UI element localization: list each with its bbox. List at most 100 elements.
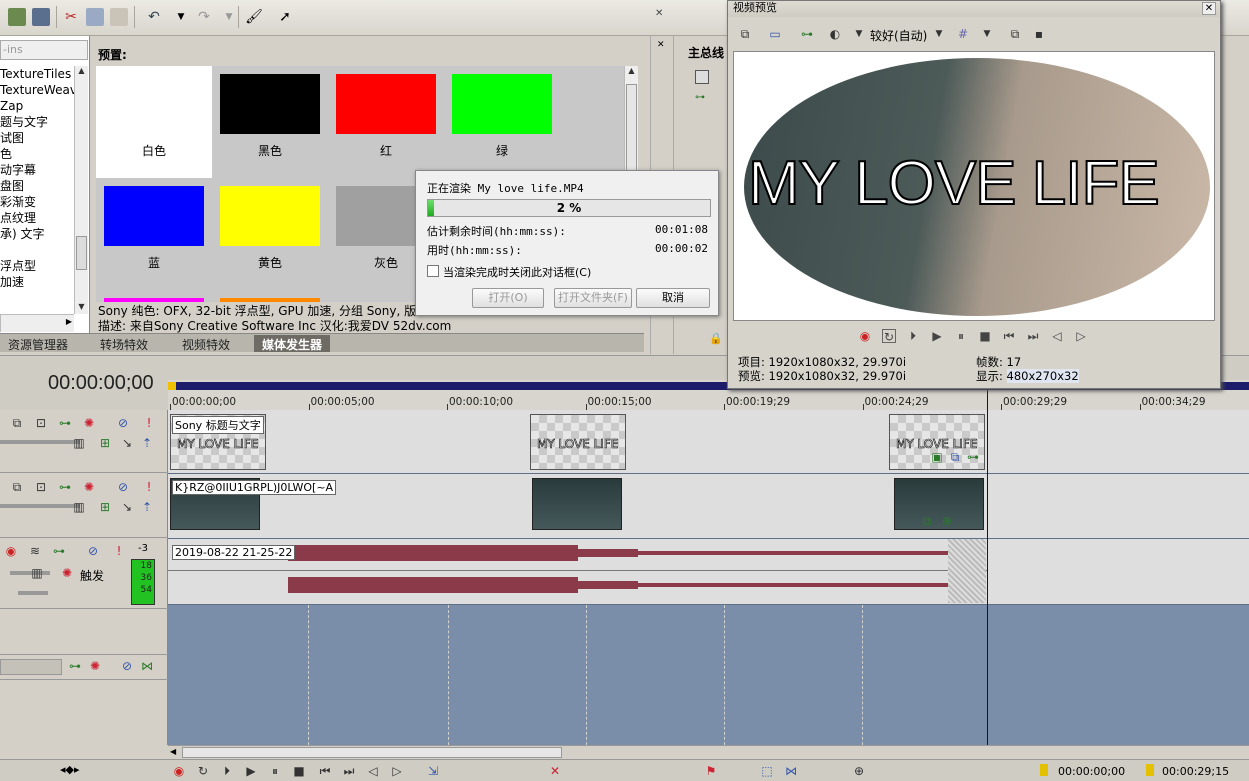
clip-crop-icon[interactable]: ⧉ xyxy=(920,514,934,528)
normal-edit-tool-icon[interactable]: ⇲ xyxy=(426,764,440,778)
plugin-list-item[interactable]: 承) 文字 xyxy=(0,226,76,242)
brush-icon[interactable]: 🖌 xyxy=(245,8,263,26)
loop-icon[interactable]: ↻ xyxy=(196,764,210,778)
tab-explorer[interactable]: 资源管理器 xyxy=(0,335,76,352)
preset-swatch[interactable]: 蓝 xyxy=(96,178,212,290)
selection-end-time[interactable]: 00:00:29;15 xyxy=(1162,765,1229,778)
track-header-title[interactable]: ⧉ ⊡ ⊶ ✺ ⊘ ! ▥ ⊞ ↘ ⇡ xyxy=(0,410,168,473)
dropdown-icon[interactable]: ▼ xyxy=(932,27,946,41)
level-slider[interactable] xyxy=(0,504,80,508)
undo-dropdown-icon[interactable]: ▼ xyxy=(172,8,190,26)
slider-thumb-icon[interactable]: ▥ xyxy=(30,566,44,580)
dropdown-icon[interactable]: ▼ xyxy=(980,27,994,41)
undo-icon[interactable]: ↶ xyxy=(145,8,163,26)
timeline-hscrollbar[interactable]: ◀ xyxy=(168,745,1249,759)
clip-fx-icon[interactable]: ⊕ xyxy=(940,514,954,528)
cancel-button[interactable]: 取消 xyxy=(636,288,710,308)
master-lock-icon[interactable]: 🔒 xyxy=(709,332,723,345)
plugin-list-item[interactable]: 点纹理 xyxy=(0,210,76,226)
copy-icon[interactable] xyxy=(86,8,104,26)
properties-icon[interactable] xyxy=(32,8,50,26)
next-frame-icon[interactable]: ▷ xyxy=(1074,329,1088,343)
preview-quality-select[interactable]: 较好(自动) xyxy=(870,27,927,44)
solo-icon[interactable]: ! xyxy=(142,416,156,430)
plugin-chain-icon[interactable]: ⊶ xyxy=(52,544,66,558)
scroll-up-icon[interactable]: ▲ xyxy=(75,66,88,78)
panel-close-icon[interactable]: ✕ xyxy=(657,40,665,50)
plugin-list-item[interactable]: 动字幕 xyxy=(0,162,76,178)
preset-swatch[interactable]: 白色 xyxy=(96,66,212,178)
marker-start-icon[interactable] xyxy=(168,382,176,390)
plugin-hscrollbar[interactable]: ▶ xyxy=(0,314,74,332)
plugin-list-scrollbar[interactable]: ▲ ▼ xyxy=(74,66,88,314)
track-fx-icon[interactable]: ⊡ xyxy=(34,480,48,494)
mute-icon[interactable]: ⊘ xyxy=(116,480,130,494)
master-fx-icon[interactable] xyxy=(695,70,709,84)
preview-props-icon[interactable]: ⧉ xyxy=(738,27,752,41)
preset-swatch[interactable]: 黑色 xyxy=(212,66,328,178)
paste-icon[interactable] xyxy=(110,8,128,26)
play-icon[interactable]: ▶ xyxy=(244,764,258,778)
mute-icon[interactable]: ⊘ xyxy=(120,659,134,673)
settings-gear-icon[interactable]: ✺ xyxy=(82,416,96,430)
arrow-down-icon[interactable]: ↘ xyxy=(120,500,134,514)
mute-icon[interactable]: ⊘ xyxy=(116,416,130,430)
play-from-start-icon[interactable]: ⏵ xyxy=(220,764,234,778)
stop-icon[interactable]: ■ xyxy=(978,329,992,343)
plugin-list-item[interactable]: 题与文字 xyxy=(0,114,76,130)
preset-swatch[interactable]: 绿 xyxy=(444,66,560,178)
track-motion-icon[interactable]: ⧉ xyxy=(10,416,24,430)
snap-icon[interactable]: ⊕ xyxy=(852,764,866,778)
prev-frame-icon[interactable]: ◁ xyxy=(366,764,380,778)
title-track[interactable]: MY LOVE LIFE Sony 标题与文字 MY LOVE LIFE MY … xyxy=(168,410,1249,474)
solo-icon[interactable]: ! xyxy=(142,480,156,494)
prev-frame-icon[interactable]: ◁ xyxy=(1050,329,1064,343)
scroll-left-icon[interactable]: ◀ xyxy=(170,747,176,756)
envelope-icon[interactable]: ⋈ xyxy=(784,764,798,778)
play-icon[interactable]: ▶ xyxy=(930,329,944,343)
overlays-grid-icon[interactable]: # xyxy=(956,27,970,41)
prev-icon[interactable]: ⏮ xyxy=(318,764,332,778)
audio-trigger-label[interactable]: 触发 xyxy=(80,567,104,584)
plugin-list-item[interactable]: 彩渐变 xyxy=(0,194,76,210)
prev-icon[interactable]: ⏮ xyxy=(1002,329,1016,343)
bus-route-icon[interactable]: ⋈ xyxy=(140,659,154,673)
plugin-list-item[interactable]: 试图 xyxy=(0,130,76,146)
composite-icon[interactable]: ⊞ xyxy=(98,436,112,450)
audio-fx-icon[interactable]: ≋ xyxy=(28,544,42,558)
tab-transitions[interactable]: 转场特效 xyxy=(92,335,156,352)
selection-icon[interactable]: ⬚ xyxy=(760,764,774,778)
audio-track[interactable]: 2019-08-22 21-25-22 xyxy=(168,539,1249,605)
record-arm-icon[interactable]: ◉ xyxy=(4,544,18,558)
clip-crop-icon[interactable]: ⧉ xyxy=(948,450,962,464)
stop-icon[interactable]: ■ xyxy=(292,764,306,778)
plugin-chain-icon[interactable]: ⊶ xyxy=(800,27,814,41)
scroll-up-icon[interactable]: ▲ xyxy=(625,66,638,78)
next-icon[interactable]: ⏭ xyxy=(1026,329,1040,343)
audio-fade-out[interactable] xyxy=(948,539,986,603)
settings-gear-icon[interactable]: ✺ xyxy=(88,659,102,673)
empty-track[interactable] xyxy=(168,654,1249,746)
arrow-up-icon[interactable]: ⇡ xyxy=(140,500,154,514)
close-on-complete-label[interactable]: 当渲染完成时关闭此对话框(C) xyxy=(443,264,591,280)
open-button[interactable]: 打开(O) xyxy=(472,288,544,308)
external-monitor-icon[interactable]: ▭ xyxy=(768,27,782,41)
master-plugin-icon[interactable]: ⊶ xyxy=(695,92,705,103)
zoom-icon[interactable]: ◂◆▸ xyxy=(60,763,80,776)
close-on-complete-checkbox[interactable] xyxy=(427,265,439,277)
redo-dropdown-icon[interactable]: ▼ xyxy=(220,8,238,26)
scroll-thumb[interactable] xyxy=(182,747,562,758)
pause-icon[interactable]: ⏸ xyxy=(268,764,282,778)
level-slider[interactable] xyxy=(0,440,80,444)
track-header-video[interactable]: ⧉ ⊡ ⊶ ✺ ⊘ ! ▥ ⊞ ↘ ⇡ xyxy=(0,474,168,538)
track-header-audio[interactable]: ◉ ≋ ⊶ ⊘ ! -3 ▥ ✺ 触发 18 36 54 xyxy=(0,539,168,609)
preview-title-bar[interactable]: 视频预览 ✕ xyxy=(728,1,1220,17)
pan-slider[interactable] xyxy=(18,591,48,595)
split-screen-icon[interactable]: ◐ xyxy=(828,27,842,41)
plugin-list-item[interactable] xyxy=(0,242,76,258)
clip-fx-icon[interactable]: ▣ xyxy=(930,450,944,464)
marker-icon[interactable]: ⚑ xyxy=(704,764,718,778)
redo-icon[interactable]: ↷ xyxy=(195,8,213,26)
loop-icon[interactable]: ↻ xyxy=(882,329,896,344)
next-icon[interactable]: ⏭ xyxy=(342,764,356,778)
